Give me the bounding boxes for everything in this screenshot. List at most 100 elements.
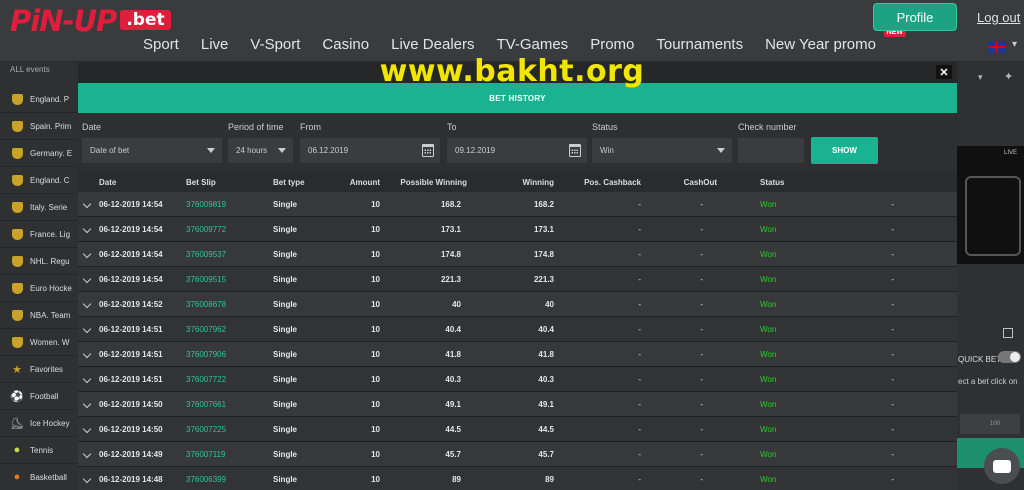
row-bet-slip-link[interactable]: 376009515 [186,267,226,292]
calendar-icon[interactable] [422,144,434,157]
sidebar-item[interactable]: Italy. Serie [0,194,78,221]
nav-item-sport[interactable]: Sport [143,36,179,53]
col-status[interactable]: Status [760,173,784,192]
live-badge: LIVE [1004,150,1018,156]
col-amount[interactable]: Amount [350,173,380,192]
table-row[interactable]: 06-12-2019 14:54 376009819 Single 10 168.2 16… [78,192,957,217]
row-status: Won [760,275,777,284]
chevron-down-icon[interactable] [82,299,92,309]
table-row[interactable]: 06-12-2019 14:54 376009537 Single 10 174.8 17… [78,242,957,267]
sidebar-item[interactable]: ⛸ Ice Hockey [0,410,78,437]
chevron-down-icon[interactable] [82,449,92,459]
row-cashback: - [638,450,641,459]
col-date[interactable]: Date [99,173,116,192]
sidebar-item[interactable]: England. P [0,86,78,113]
live-video[interactable] [957,146,1024,264]
table-row[interactable]: 06-12-2019 14:51 376007962 Single 10 40.4 40.… [78,317,957,342]
row-bet-slip-link[interactable]: 376008678 [186,292,226,317]
sidebar-item[interactable]: ★ Favorites [0,356,78,383]
chat-button[interactable] [984,448,1020,484]
col-cashout[interactable]: CashOut [684,173,717,192]
row-bet-slip-link[interactable]: 376009537 [186,242,226,267]
sidebar-item[interactable]: France. Lig [0,221,78,248]
nav-item-tv-games[interactable]: TV-Games [497,36,569,53]
chevron-down-icon[interactable] [82,324,92,334]
stake-input[interactable]: 100 [960,414,1020,434]
chevron-down-icon[interactable]: ▾ [1012,39,1017,50]
row-amount: 10 [371,400,380,409]
sidebar-item[interactable]: Euro Hocke [0,275,78,302]
row-bet-slip-link[interactable]: 376007225 [186,417,226,442]
status-select[interactable]: Win [592,138,732,163]
chevron-down-icon[interactable] [82,199,92,209]
nav-item-promo[interactable]: Promo [590,36,634,53]
table-row[interactable]: 06-12-2019 14:54 376009772 Single 10 173.1 17… [78,217,957,242]
sidebar-item[interactable]: Germany. E [0,140,78,167]
period-select[interactable]: 24 hours [228,138,293,163]
row-bet-slip-link[interactable]: 376009819 [186,192,226,217]
chevron-down-icon[interactable] [82,474,92,484]
col-cashback[interactable]: Pos. Cashback [584,173,641,192]
nav-item-live-dealers[interactable]: Live Dealers [391,36,474,53]
row-bet-slip-link[interactable]: 376007962 [186,317,226,342]
col-winning[interactable]: Winning [523,173,554,192]
table-row[interactable]: 06-12-2019 14:49 376007119 Single 10 45.7 45.… [78,442,957,467]
sidebar-item[interactable]: ● Tennis [0,437,78,464]
chevron-down-icon[interactable] [82,349,92,359]
row-bet-slip-link[interactable]: 376006399 [186,467,226,490]
status-value: Win [600,146,614,155]
brand-logo[interactable]: PiN-UP .bet [10,6,171,36]
table-row[interactable]: 06-12-2019 14:50 376007225 Single 10 44.5 44.… [78,417,957,442]
logout-link[interactable]: Log out [977,10,1020,25]
close-icon[interactable]: ✕ [936,65,952,79]
nav-item-v-sport[interactable]: V-Sport [250,36,300,53]
col-bet-type[interactable]: Bet type [273,173,305,192]
chevron-down-icon[interactable] [82,424,92,434]
calendar-icon[interactable] [569,144,581,157]
table-row[interactable]: 06-12-2019 14:50 376007661 Single 10 49.1 49.… [78,392,957,417]
row-bet-slip-link[interactable]: 376007119 [186,442,225,467]
uk-flag-icon[interactable] [988,41,1006,53]
row-bet-slip-link[interactable]: 376007906 [186,342,226,367]
sidebar-item-label: Women. W [30,337,70,347]
col-possible-winning[interactable]: Possible Winning [400,173,467,192]
check-number-input[interactable] [738,138,804,163]
row-bet-slip-link[interactable]: 376007722 [186,367,226,392]
chevron-down-icon[interactable] [82,224,92,234]
sidebar-item[interactable]: ⚽ Football [0,383,78,410]
nav-item-tournaments[interactable]: Tournaments [656,36,743,53]
chevron-down-icon[interactable] [82,374,92,384]
table-row[interactable]: 06-12-2019 14:51 376007722 Single 10 40.3 40.… [78,367,957,392]
table-row[interactable]: 06-12-2019 14:51 376007906 Single 10 41.8 41.… [78,342,957,367]
nav-item-live[interactable]: Live [201,36,229,53]
row-bet-slip-link[interactable]: 376009772 [186,217,226,242]
sidebar-item[interactable]: Women. W [0,329,78,356]
table-row[interactable]: 06-12-2019 14:48 376006399 Single 10 89 89 - - W… [78,467,957,490]
table-row[interactable]: 06-12-2019 14:54 376009515 Single 10 221.3 22… [78,267,957,292]
sidebar-item[interactable]: Spain. Prim [0,113,78,140]
sidebar-item[interactable]: NBA. Team [0,302,78,329]
row-bet-slip-link[interactable]: 376007661 [186,392,226,417]
chevron-down-icon[interactable] [82,399,92,409]
chevron-down-icon[interactable] [82,249,92,259]
watermark-text: www.bakht.org [379,54,645,89]
sidebar-item[interactable]: ● Basketball [0,464,78,490]
to-date-input[interactable]: 09.12.2019 [447,138,587,163]
date-type-select[interactable]: Date of bet [82,138,222,163]
quick-bet-toggle[interactable] [998,351,1021,363]
sidebar-item[interactable]: England. C [0,167,78,194]
col-bet-slip[interactable]: Bet Slip [186,173,216,192]
nav-item-casino[interactable]: Casino [322,36,369,53]
chevron-down-icon[interactable] [82,274,92,284]
nav-item-new-year-promo[interactable]: New Year promo NEW [765,28,906,53]
row-winning: 40.3 [538,375,554,384]
show-button[interactable]: SHOW [811,137,878,164]
table-row[interactable]: 06-12-2019 14:52 376008678 Single 10 40 40 - - W… [78,292,957,317]
row-cashback: - [638,350,641,359]
expand-icon[interactable] [1003,328,1013,338]
profile-button[interactable]: Profile [873,3,957,31]
sidebar-item[interactable]: NHL. Regu [0,248,78,275]
row-status: Won [760,250,777,259]
from-date-input[interactable]: 06.12.2019 [300,138,440,163]
row-possible-winning: 40 [452,300,461,309]
